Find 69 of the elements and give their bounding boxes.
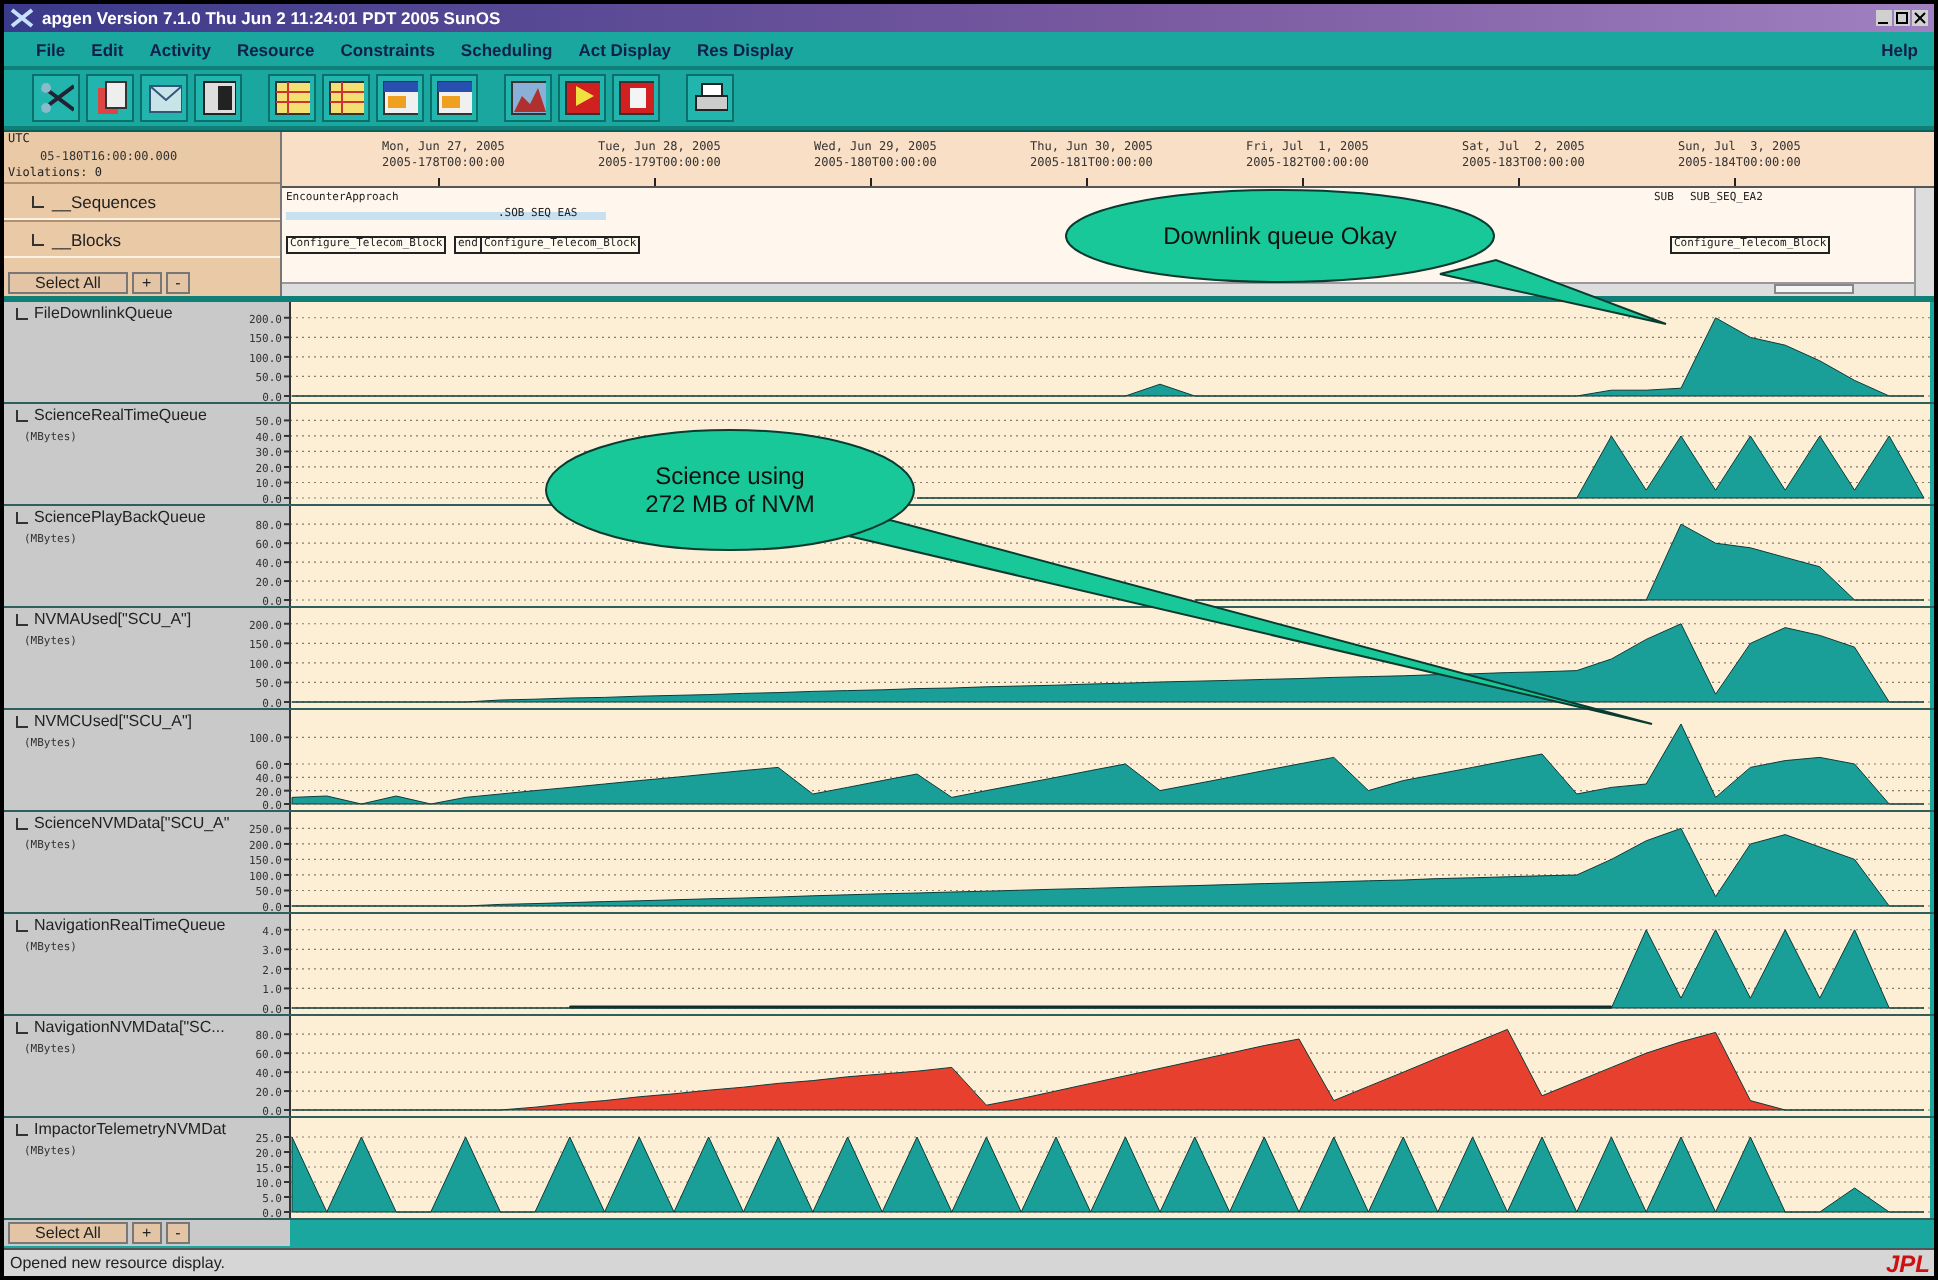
grid-icon xyxy=(274,78,310,118)
window-icon xyxy=(436,78,472,118)
panel-icon xyxy=(200,78,236,118)
resource-name: NavigationNVMData["SC... xyxy=(34,1018,225,1036)
menu-item[interactable]: Help xyxy=(1881,39,1918,59)
window-icon xyxy=(382,78,418,118)
toolbar-button[interactable] xyxy=(194,74,242,122)
toolbar-button[interactable] xyxy=(268,74,316,122)
menu-item[interactable]: Activity xyxy=(149,39,211,59)
resource-name: FileDownlinkQueue xyxy=(34,304,173,322)
resource-name: ImpactorTelemetryNVMDat xyxy=(34,1120,227,1138)
menu-item[interactable]: File xyxy=(36,39,66,59)
scrollbar[interactable] xyxy=(1914,188,1934,296)
checkbox[interactable] xyxy=(32,195,44,207)
resource-name: NavigationRealTimeQueue xyxy=(34,916,226,934)
select-all-button[interactable]: Select All xyxy=(8,272,128,294)
zoom-button[interactable]: + xyxy=(132,272,162,294)
legend-label: __Blocks xyxy=(52,229,121,249)
app-icon xyxy=(10,8,34,28)
toolbar-button[interactable] xyxy=(322,74,370,122)
toolbar-button[interactable] xyxy=(430,74,478,122)
resource-name: NVMCUsed["SCU_A"] xyxy=(34,712,193,730)
menu-item[interactable]: Res Display xyxy=(697,39,794,59)
legend-row[interactable]: __Blocks xyxy=(4,220,280,258)
grid-icon xyxy=(328,78,364,118)
close-icon[interactable] xyxy=(1912,10,1928,26)
toolbar-button[interactable] xyxy=(376,74,424,122)
scroll-thumb[interactable] xyxy=(1774,284,1854,294)
checkbox[interactable] xyxy=(16,1123,28,1135)
menu-item[interactable]: Resource xyxy=(236,39,315,59)
zoom-button[interactable]: - xyxy=(165,272,191,294)
toolbar-button[interactable] xyxy=(686,74,734,122)
menu-item[interactable]: Constraints xyxy=(340,39,435,59)
menu-item[interactable]: Act Display xyxy=(578,39,672,59)
scrollbar[interactable] xyxy=(282,282,1914,296)
menu-item[interactable]: Scheduling xyxy=(460,39,553,59)
legend-row[interactable]: __Sequences xyxy=(4,182,280,220)
checkbox[interactable] xyxy=(16,715,28,727)
zoom-button[interactable]: - xyxy=(165,1222,191,1244)
toolbar-button[interactable] xyxy=(86,74,134,122)
checkbox[interactable] xyxy=(16,817,28,829)
checkbox[interactable] xyxy=(16,1021,28,1033)
checkbox[interactable] xyxy=(16,409,28,421)
resource-name: NVMAUsed["SCU_A"] xyxy=(34,610,192,628)
checkbox[interactable] xyxy=(16,511,28,523)
checkbox[interactable] xyxy=(16,307,28,319)
legend-label: __Sequences xyxy=(52,191,156,211)
checkbox[interactable] xyxy=(32,233,44,245)
window-title: apgen Version 7.1.0 Thu Jun 2 11:24:01 PDT 2005 SunOS xyxy=(42,8,501,28)
resource-name: ScienceRealTimeQueue xyxy=(34,406,207,424)
toolbar-button[interactable] xyxy=(612,74,660,122)
scissors-icon xyxy=(38,78,74,118)
status-message: Opened new resource display. xyxy=(10,1254,225,1272)
minimize-icon[interactable] xyxy=(1876,10,1892,26)
callout-text: Science using 272 MB of NVM xyxy=(645,462,815,518)
callout-text: Downlink queue Okay xyxy=(1163,222,1397,250)
zoom-button[interactable]: + xyxy=(132,1222,162,1244)
chart-icon xyxy=(510,78,546,118)
toolbar-button[interactable] xyxy=(32,74,80,122)
document-icon xyxy=(92,78,128,118)
checkbox[interactable] xyxy=(16,613,28,625)
logo: JPL xyxy=(1885,1251,1932,1275)
resource-name: ScienceNVMData["SCU_A" xyxy=(34,814,230,832)
maximize-icon[interactable] xyxy=(1894,10,1910,26)
toolbar-button[interactable] xyxy=(558,74,606,122)
menu-item[interactable]: Edit xyxy=(91,39,124,59)
resource-name: SciencePlayBackQueue xyxy=(34,508,206,526)
select-all-button[interactable]: Select All xyxy=(8,1222,128,1244)
checkbox[interactable] xyxy=(16,919,28,931)
